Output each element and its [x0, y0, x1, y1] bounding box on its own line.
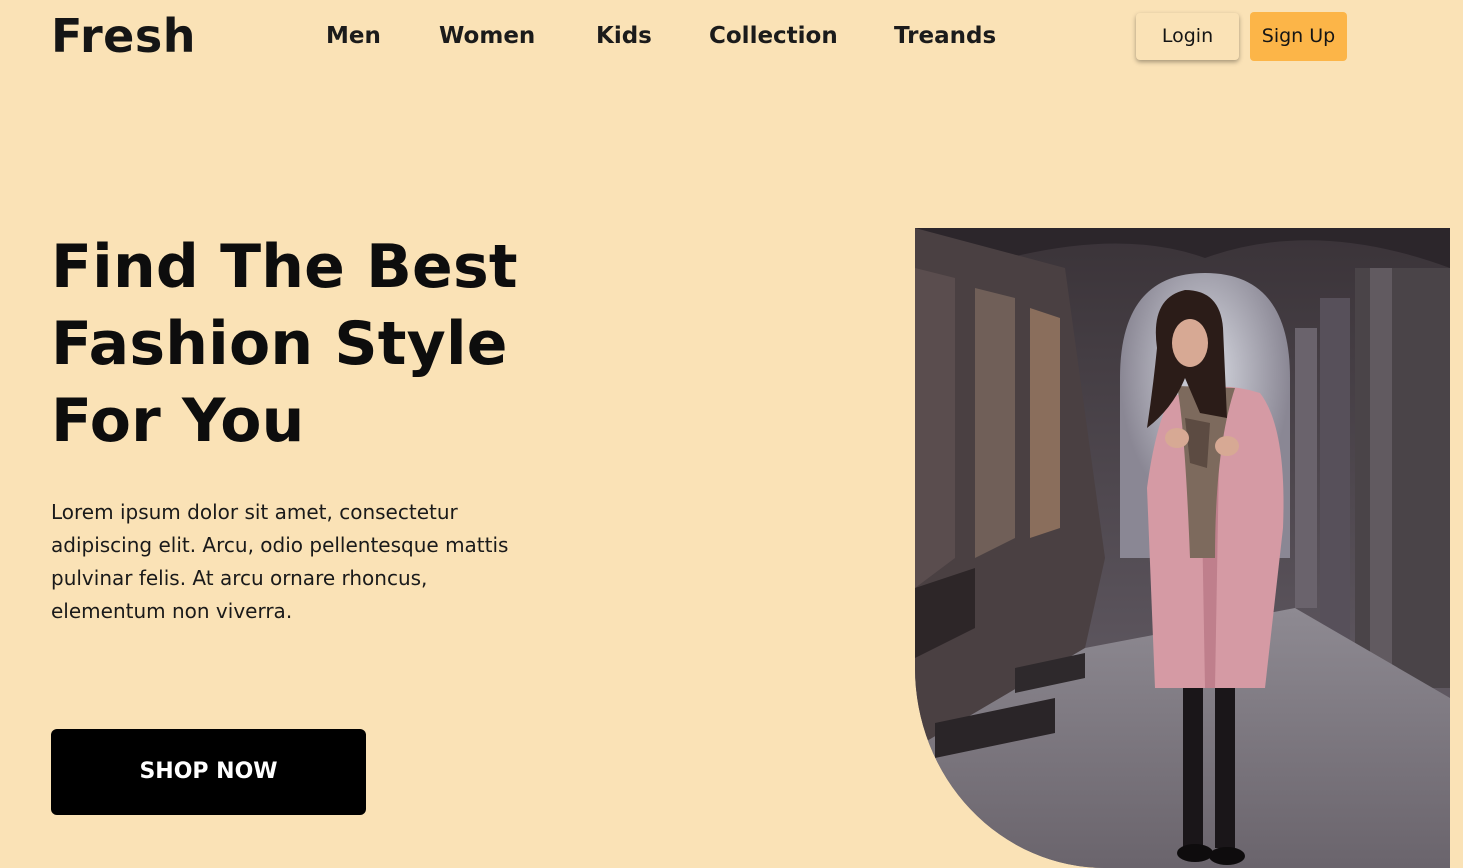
- nav-item-kids[interactable]: Kids: [596, 18, 652, 54]
- hero-description-line: Lorem ipsum dolor sit amet, consectetur: [51, 500, 458, 524]
- sign-up-button[interactable]: Sign Up: [1250, 12, 1347, 61]
- login-button[interactable]: Login: [1136, 13, 1239, 60]
- hero-title-line: Find The Best: [51, 232, 518, 302]
- nav-item-women[interactable]: Women: [439, 18, 535, 54]
- nav-item-treands[interactable]: Treands: [894, 18, 996, 54]
- hero-image: [915, 228, 1450, 868]
- hero-description-line: adipiscing elit. Arcu, odio pellentesque…: [51, 533, 509, 557]
- nav-item-men[interactable]: Men: [326, 18, 381, 54]
- hero-title-line: For You: [51, 386, 305, 456]
- hero-description: Lorem ipsum dolor sit amet, consectetur …: [51, 496, 591, 628]
- hero-description-line: pulvinar felis. At arcu ornare rhoncus,: [51, 566, 428, 590]
- hero-title: Find The Best Fashion Style For You: [51, 229, 611, 460]
- brand-logo[interactable]: Fresh: [51, 6, 196, 66]
- fashion-model-photo: [915, 228, 1450, 868]
- shop-now-button[interactable]: SHOP NOW: [51, 729, 366, 815]
- nav-item-collection[interactable]: Collection: [709, 18, 838, 54]
- hero-description-line: elementum non viverra.: [51, 599, 293, 623]
- hero-title-line: Fashion Style: [51, 309, 508, 379]
